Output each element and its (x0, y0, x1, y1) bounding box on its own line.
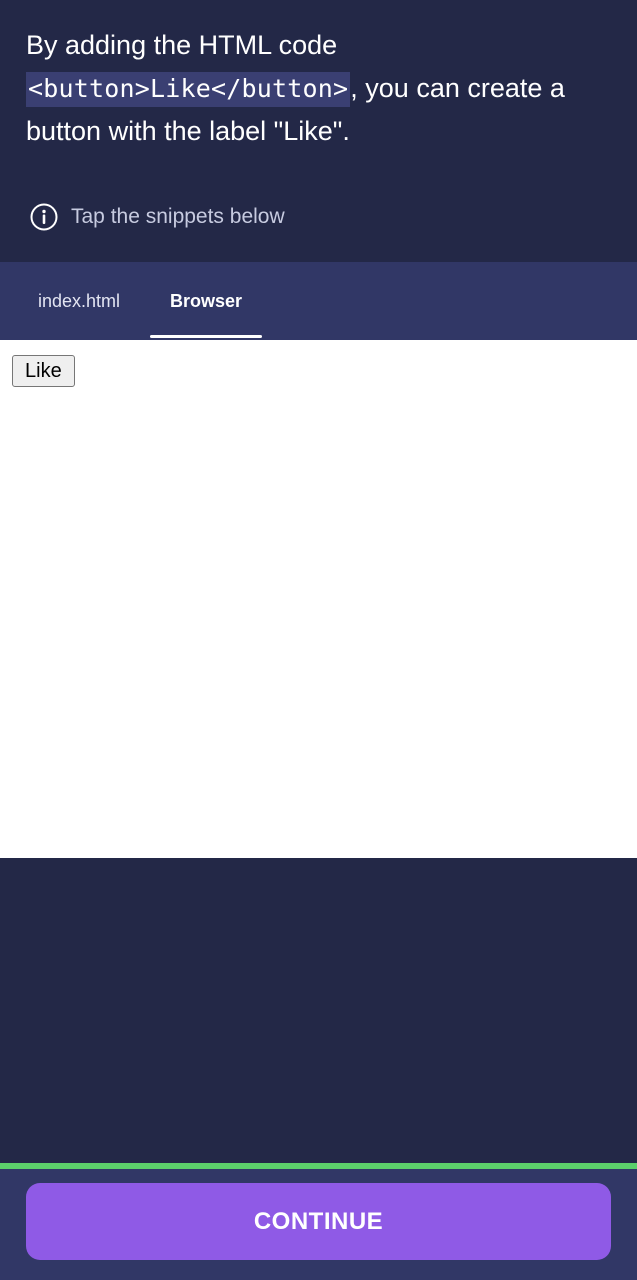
browser-preview: Like (0, 340, 637, 858)
code-snippet: <button>Like</button> (26, 72, 351, 107)
continue-button[interactable]: CONTINUE (26, 1183, 611, 1260)
hint-text: Tap the snippets below (71, 205, 285, 228)
hint-row: Tap the snippets below (30, 200, 285, 234)
tab-index-html[interactable]: index.html (38, 262, 120, 340)
lesson-panel: By adding the HTML code <button>Like</bu… (0, 0, 637, 262)
bottom-bar: CONTINUE (0, 1169, 637, 1280)
lesson-screen: By adding the HTML code <button>Like</bu… (0, 0, 637, 1280)
tab-bar: index.html Browser (0, 262, 637, 340)
active-tab-indicator (150, 335, 262, 338)
like-button[interactable]: Like (12, 355, 75, 387)
tab-browser[interactable]: Browser (150, 262, 262, 340)
lesson-description: By adding the HTML code <button>Like</bu… (26, 24, 616, 153)
info-icon (30, 203, 58, 231)
lesson-text-before: By adding the HTML code (26, 30, 338, 60)
